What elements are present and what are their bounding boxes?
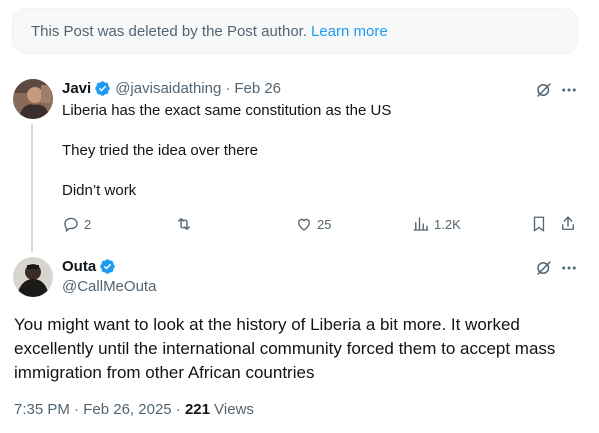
reply-action-bar: 2 25 1.2K [62,212,582,236]
bookmark-icon [533,216,545,232]
reply-line-3: Didn’t work [62,182,137,199]
post-date[interactable]: Feb 26, 2025 [83,401,171,418]
verified-badge-icon [100,259,115,274]
javi-avatar[interactable] [13,79,53,119]
views-button[interactable]: 1.2K [412,215,461,233]
main-author-handle[interactable]: @CallMeOuta [62,278,156,295]
outa-avatar[interactable] [13,257,53,297]
more-options-icon[interactable] [559,80,579,100]
reply-author-name[interactable]: Javi [62,80,91,97]
reply-count: 2 [84,216,92,232]
repost-icon [178,218,190,230]
deleted-post-notice: This Post was deleted by the Post author… [12,8,578,54]
reply-tweet-text: Liberia has the exact same constitution … [62,101,562,201]
more-options-icon[interactable] [559,258,579,278]
like-count: 25 [317,216,332,232]
post-time[interactable]: 7:35 PM [14,401,70,418]
reply-dot-separator: · [225,80,231,97]
post-views-count: 221 [184,401,210,418]
main-author-name[interactable]: Outa [62,258,96,275]
thread-connector-line [31,124,33,252]
views-count: 1.2K [434,216,461,232]
reply-button[interactable]: 2 [62,215,91,233]
reply-author-handle[interactable]: @javisaidathing [115,80,221,97]
post-views-label: Views [214,401,254,418]
reply-line-1: Liberia has the exact same constitution … [62,102,392,119]
deleted-notice-text: This Post was deleted by the Post author… [31,22,307,40]
verified-badge-icon [95,81,110,96]
like-button[interactable]: 25 [295,215,331,233]
share-icon [562,216,574,230]
meta-dot: · [175,401,181,418]
reply-line-2: They tried the idea over there [62,142,258,159]
bookmark-button[interactable] [530,215,552,233]
repost-button[interactable] [175,215,197,233]
main-author-row: Outa [62,258,116,275]
grok-icon[interactable] [534,258,554,278]
learn-more-link[interactable]: Learn more [311,23,388,40]
reply-author-row: Javi @javisaidathing · Feb 26 [62,80,281,97]
share-button[interactable] [559,215,581,233]
heart-icon [298,218,310,231]
grok-icon[interactable] [534,80,554,100]
reply-icon [64,217,78,233]
meta-dot: · [74,401,80,418]
reply-date[interactable]: Feb 26 [234,80,281,97]
analytics-icon [413,217,429,231]
main-tweet-meta: 7:35 PM · Feb 26, 2025 · 221 Views [14,401,254,418]
main-tweet-text: You might want to look at the history of… [14,315,556,382]
